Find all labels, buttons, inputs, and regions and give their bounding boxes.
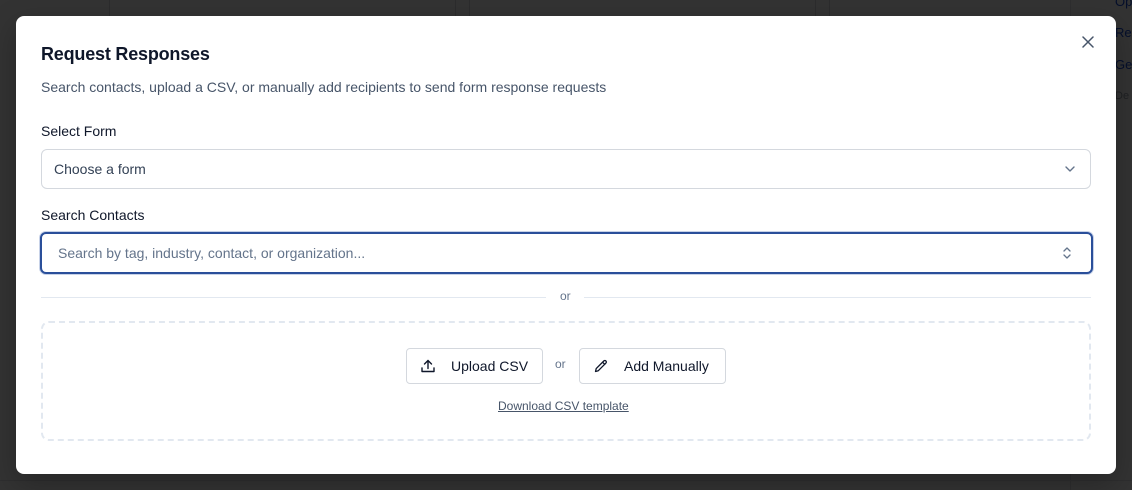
buttons-or-text: or xyxy=(555,357,566,371)
add-manually-button[interactable]: Add Manually xyxy=(579,348,726,384)
dialog-title: Request Responses xyxy=(41,44,210,64)
chevrons-up-down-icon xyxy=(1063,247,1071,259)
divider-line xyxy=(584,297,1091,298)
dialog-subtitle: Search contacts, upload a CSV, or manual… xyxy=(41,79,607,95)
add-manually-label: Add Manually xyxy=(624,358,709,374)
divider-text: or xyxy=(560,289,571,303)
pencil-icon xyxy=(594,359,607,373)
upload-csv-button[interactable]: Upload CSV xyxy=(406,348,543,384)
select-form-label: Select Form xyxy=(41,123,117,139)
search-contacts-input[interactable]: Search by tag, industry, contact, or org… xyxy=(40,232,1093,274)
divider-line xyxy=(41,297,546,298)
close-icon xyxy=(1082,36,1094,48)
select-form-dropdown[interactable]: Choose a form xyxy=(41,149,1091,189)
chevron-down-icon xyxy=(1065,166,1075,172)
search-contacts-label: Search Contacts xyxy=(41,207,145,223)
select-form-value: Choose a form xyxy=(54,161,146,177)
request-responses-dialog: Request Responses Search contacts, uploa… xyxy=(16,16,1116,474)
csv-dropzone[interactable]: Upload CSV or Add Manually Download CSV … xyxy=(41,321,1091,441)
download-csv-template-link[interactable]: Download CSV template xyxy=(498,399,629,413)
upload-csv-label: Upload CSV xyxy=(451,358,529,374)
close-button[interactable] xyxy=(1080,34,1096,50)
or-divider: or xyxy=(41,288,1091,306)
upload-icon xyxy=(421,359,435,373)
search-contacts-placeholder: Search by tag, industry, contact, or org… xyxy=(58,245,366,261)
